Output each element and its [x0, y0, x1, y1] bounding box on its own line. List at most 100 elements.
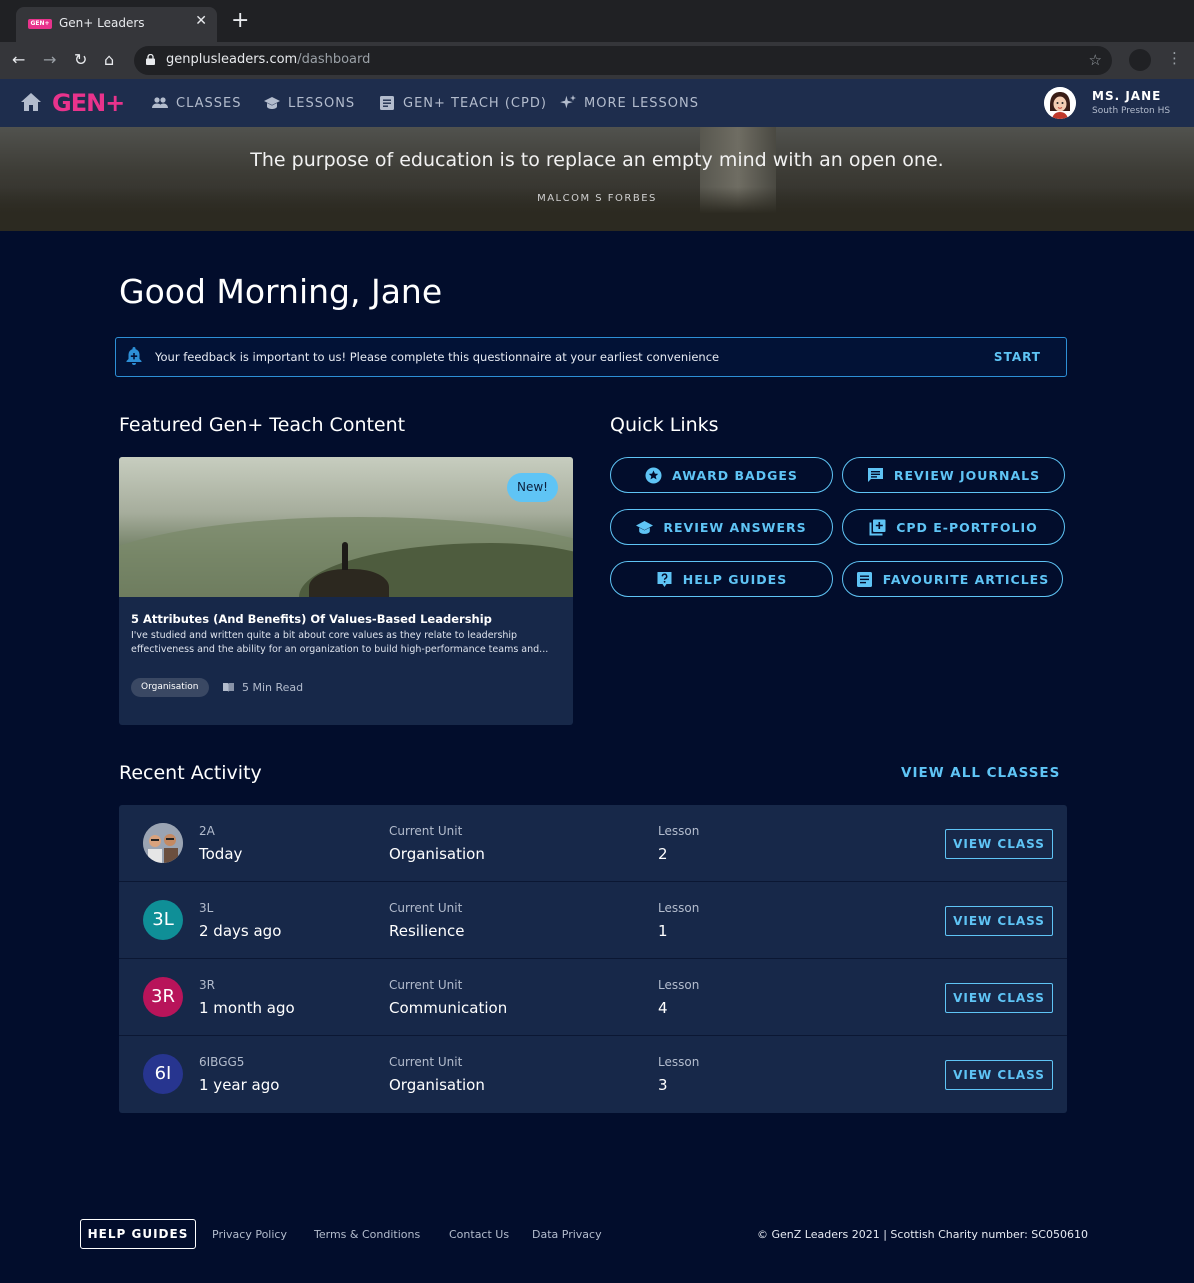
award-badges-button[interactable]: AWARD BADGES [610, 457, 833, 493]
activity-lesson: 3 [658, 1076, 668, 1094]
user-school: South Preston HS [1092, 106, 1171, 116]
group-photo-icon [143, 823, 183, 863]
activity-time: 1 year ago [199, 1076, 280, 1094]
view-all-classes-link[interactable]: VIEW ALL CLASSES [901, 765, 1060, 781]
help-icon [657, 571, 672, 587]
nav-gen-teach-label: GEN+ TEACH (CPD) [403, 95, 547, 111]
activity-lesson: 2 [658, 845, 668, 863]
footer-contact-link[interactable]: Contact Us [449, 1228, 509, 1241]
featured-article-title[interactable]: 5 Attributes (And Benefits) Of Values-Ba… [131, 612, 492, 626]
activity-row: 3L 3L 2 days ago Current Unit Resilience… [119, 882, 1067, 959]
activity-lesson-label: Lesson [658, 1055, 700, 1069]
article-icon [856, 571, 872, 587]
lock-icon [146, 54, 155, 65]
nav-classes[interactable]: CLASSES [152, 95, 241, 111]
class-avatar-photo [143, 823, 183, 863]
chat-icon [867, 467, 883, 482]
activity-unit: Communication [389, 999, 508, 1017]
recent-activity-title: Recent Activity [119, 762, 262, 784]
notice-text: Your feedback is important to us! Please… [155, 350, 720, 364]
view-class-button[interactable]: VIEW CLASS [945, 1060, 1053, 1090]
footer-terms-link[interactable]: Terms & Conditions [314, 1228, 420, 1241]
nav-more-lessons[interactable]: MORE LESSONS [560, 95, 699, 111]
activity-unit: Organisation [389, 1076, 485, 1094]
activity-unit-label: Current Unit [389, 824, 463, 838]
reload-icon[interactable]: ↻ [74, 50, 87, 70]
featured-article-card[interactable]: New! 5 Attributes (And Benefits) Of Valu… [119, 457, 573, 725]
rock-shape [309, 569, 389, 597]
page-greeting: Good Morning, Jane [119, 272, 443, 311]
close-icon[interactable]: ✕ [195, 13, 207, 29]
help-guides-label: HELP GUIDES [682, 571, 788, 587]
nav-gen-teach[interactable]: GEN+ TEACH (CPD) [379, 95, 547, 111]
review-journals-button[interactable]: REVIEW JOURNALS [842, 457, 1065, 493]
activity-lesson: 1 [658, 922, 668, 940]
featured-section-title: Featured Gen+ Teach Content [119, 414, 406, 436]
featured-article-description: I've studied and written quite a bit abo… [131, 630, 549, 655]
featured-read-time: 5 Min Read [242, 681, 304, 694]
tab-title: Gen+ Leaders [59, 16, 145, 30]
browser-tab[interactable]: GEN+ Gen+ Leaders ✕ [16, 7, 217, 42]
footer-privacy-policy-link[interactable]: Privacy Policy [212, 1228, 287, 1241]
footer-data-privacy-link[interactable]: Data Privacy [532, 1228, 602, 1241]
back-arrow-icon[interactable]: ← [12, 50, 25, 70]
article-icon [380, 96, 394, 110]
browser-tab-bar: GEN+ Gen+ Leaders ✕ + [0, 0, 1194, 42]
favourite-articles-button[interactable]: FAVOURITE ARTICLES [842, 561, 1063, 597]
bookmark-star-icon[interactable]: ☆ [1089, 51, 1102, 69]
review-journals-label: REVIEW JOURNALS [893, 467, 1041, 483]
nav-more-lessons-label: MORE LESSONS [584, 95, 699, 111]
help-guides-button[interactable]: HELP GUIDES [610, 561, 833, 597]
browser-toolbar: ← → ↻ ⌂ genplusleaders.com/dashboard ☆ ⋮ [0, 42, 1194, 79]
featured-article-image: New! [119, 457, 573, 597]
activity-time: 2 days ago [199, 922, 282, 940]
activity-lesson-label: Lesson [658, 978, 700, 992]
activity-lesson-label: Lesson [658, 824, 700, 838]
footer-copyright: © GenZ Leaders 2021 | Scottish Charity n… [757, 1228, 1088, 1241]
address-bar[interactable]: genplusleaders.com/dashboard ☆ [134, 46, 1112, 75]
book-icon [223, 683, 234, 692]
footer-help-guides-button[interactable]: HELP GUIDES [80, 1219, 196, 1249]
activity-class-name: 6IBGG5 [199, 1055, 245, 1069]
user-face-icon [1044, 87, 1076, 119]
view-class-button[interactable]: VIEW CLASS [945, 983, 1053, 1013]
cpd-e-portfolio-label: CPD E-PORTFOLIO [896, 519, 1038, 535]
gen-plus-logo[interactable]: GEN+ [52, 89, 125, 117]
nav-lessons-label: LESSONS [288, 95, 356, 111]
new-badge: New! [507, 473, 558, 502]
notification-bell-icon [126, 347, 142, 365]
url-domain: genplusleaders.com [166, 52, 298, 67]
activity-lesson: 4 [658, 999, 668, 1017]
view-class-button[interactable]: VIEW CLASS [945, 829, 1053, 859]
class-avatar: 3L [143, 900, 183, 940]
user-name: MS. JANE [1092, 89, 1162, 103]
award-badges-label: AWARD BADGES [672, 467, 798, 483]
nav-lessons[interactable]: LESSONS [264, 95, 355, 111]
activity-row: 2A Today Current Unit Organisation Lesso… [119, 805, 1067, 882]
forward-arrow-icon[interactable]: → [43, 50, 56, 70]
review-answers-label: REVIEW ANSWERS [663, 519, 807, 535]
featured-article-tag[interactable]: Organisation [131, 678, 209, 697]
home-icon[interactable] [21, 93, 41, 111]
view-class-button[interactable]: VIEW CLASS [945, 906, 1053, 936]
cpd-e-portfolio-button[interactable]: CPD E-PORTFOLIO [842, 509, 1065, 545]
class-avatar: 6I [143, 1054, 183, 1094]
star-badge-icon [645, 467, 662, 483]
activity-unit-label: Current Unit [389, 1055, 463, 1069]
favicon-icon: GEN+ [28, 19, 52, 29]
activity-lesson-label: Lesson [658, 901, 700, 915]
activity-unit: Resilience [389, 922, 465, 940]
notice-start-button[interactable]: START [994, 350, 1041, 364]
user-avatar[interactable] [1044, 87, 1076, 119]
activity-row: 6I 6IBGG5 1 year ago Current Unit Organi… [119, 1036, 1067, 1113]
quick-links-title: Quick Links [610, 414, 719, 436]
activity-unit: Organisation [389, 845, 485, 863]
activity-class-name: 3R [199, 978, 215, 992]
plus-icon[interactable]: + [231, 10, 249, 32]
home-browser-icon[interactable]: ⌂ [104, 50, 114, 70]
browser-profile-icon[interactable] [1129, 49, 1151, 71]
activity-unit-label: Current Unit [389, 901, 463, 915]
review-answers-button[interactable]: REVIEW ANSWERS [610, 509, 833, 545]
url-path: /dashboard [297, 52, 371, 67]
more-vert-icon[interactable]: ⋮ [1167, 49, 1182, 67]
